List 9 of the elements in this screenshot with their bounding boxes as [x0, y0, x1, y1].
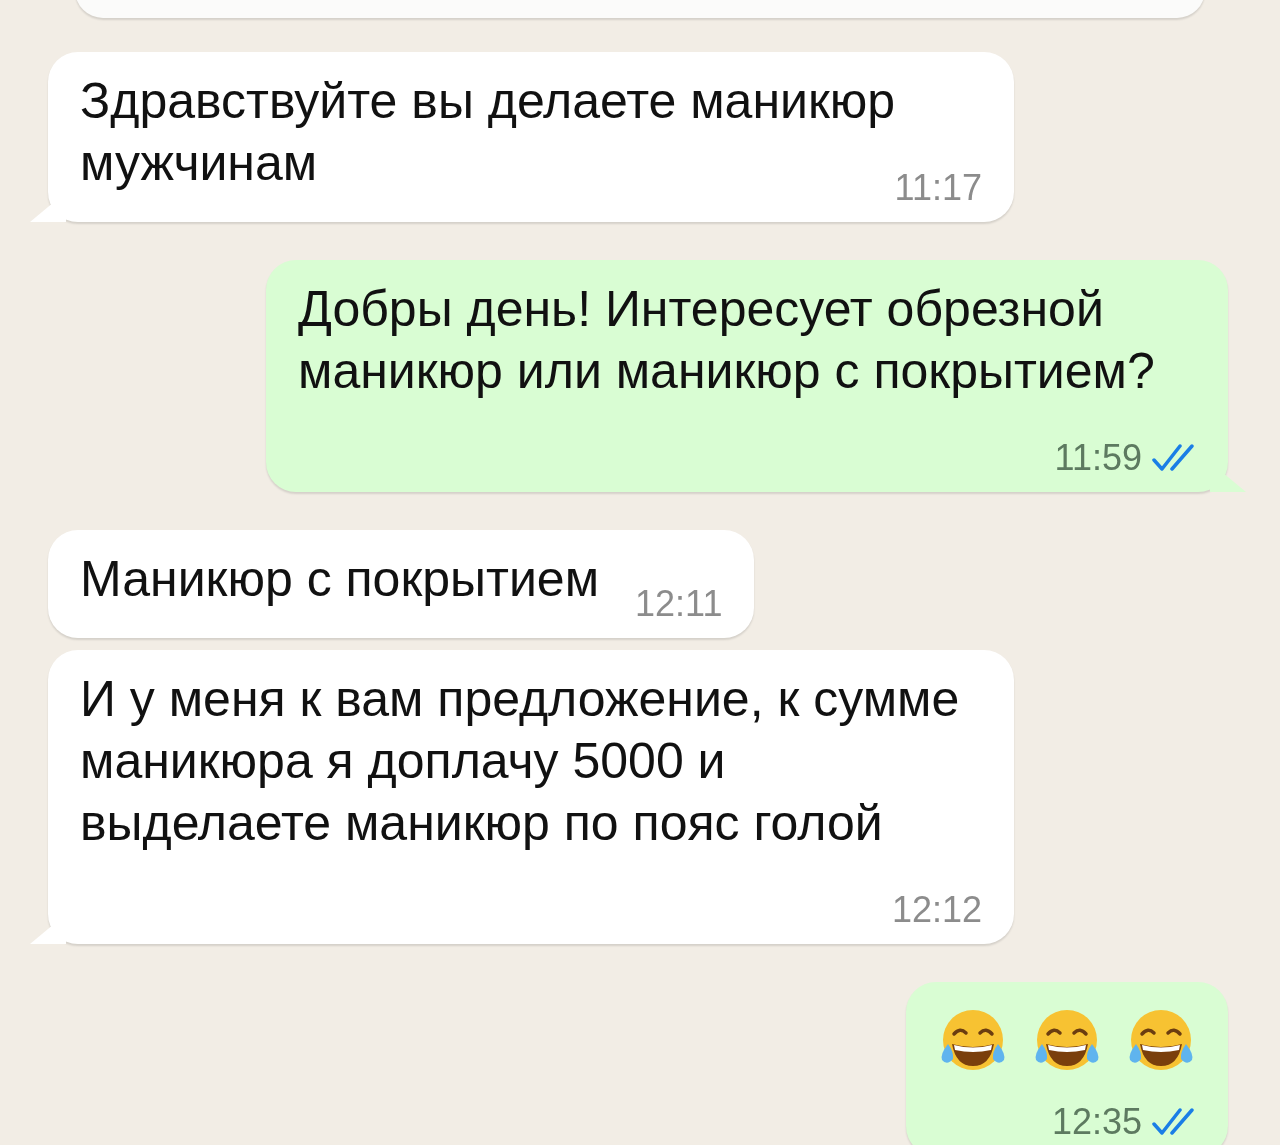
message-time: 12:12: [891, 892, 982, 928]
message-time: 11:17: [894, 170, 982, 206]
message-text: Добры день! Интересует обрезной маникюр или маникюр с покрытием?: [298, 281, 1155, 399]
message-time: 12:35: [1051, 1104, 1142, 1140]
message-text: Маникюр с покрытием: [80, 551, 600, 607]
message-text: Здравствуйте вы делаете маникюр мужчинам: [80, 73, 896, 191]
message-time: 11:59: [1054, 440, 1142, 476]
message-text: И у меня к вам предложение, к сумме маникюра я доплачу 5000 и выделаете маникюр по пояс голой: [80, 671, 960, 851]
message-time: 12:11: [635, 586, 723, 622]
